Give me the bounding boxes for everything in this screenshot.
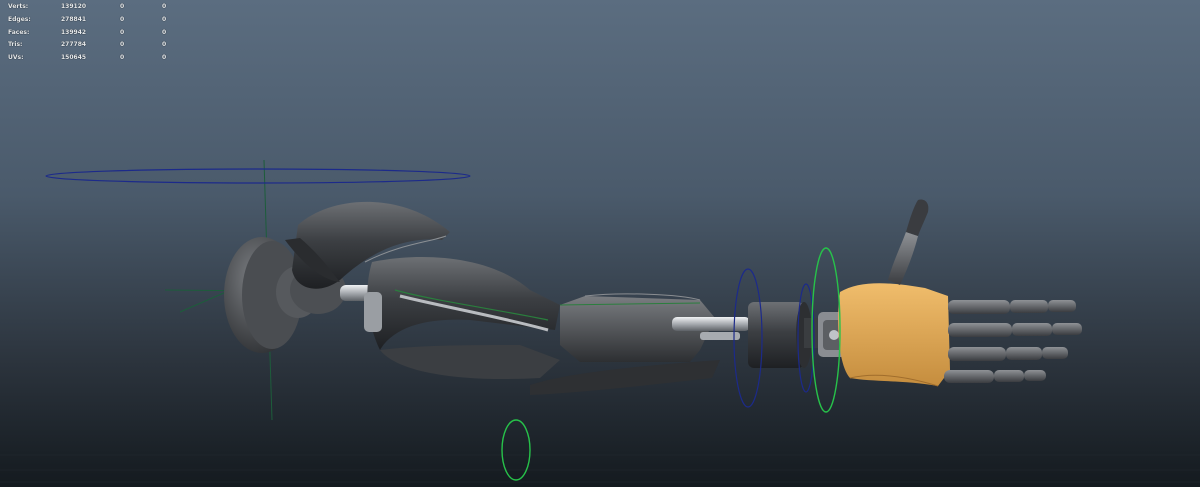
hud-value: 0 bbox=[162, 41, 167, 49]
middle-finger[interactable] bbox=[948, 323, 1082, 337]
hud-label: Verts: bbox=[8, 3, 29, 10]
scene-canvas[interactable] bbox=[0, 0, 1200, 487]
hud-value: 0 bbox=[162, 3, 167, 10]
hud-value: 0 bbox=[120, 28, 125, 36]
hud-label: Faces: bbox=[8, 28, 30, 36]
hud-value: 0 bbox=[120, 15, 125, 23]
shoulder-control-ring[interactable] bbox=[45, 168, 471, 184]
ring-finger[interactable] bbox=[948, 347, 1068, 361]
thumb[interactable] bbox=[888, 199, 929, 286]
hud-value: 150645 bbox=[61, 54, 87, 62]
hud-label: Edges: bbox=[8, 15, 31, 23]
hud-value: 0 bbox=[120, 3, 125, 10]
hand-palm[interactable] bbox=[838, 283, 950, 387]
hud-value: 139942 bbox=[61, 28, 87, 36]
hud-value: 0 bbox=[120, 54, 125, 62]
floor-grid bbox=[0, 454, 1200, 483]
pole-vector-ring[interactable] bbox=[501, 419, 531, 481]
hud-value: 0 bbox=[120, 41, 125, 49]
hud-value: 0 bbox=[162, 54, 167, 62]
fingers[interactable] bbox=[944, 300, 1082, 383]
hud-label: Tris: bbox=[8, 41, 23, 49]
hud-value: 277784 bbox=[61, 41, 87, 49]
hud-label: UVs: bbox=[8, 54, 24, 62]
hud-value: 0 bbox=[162, 15, 167, 23]
3d-viewport[interactable]: Verts: 139120 0 0 Edges: 278841 0 0 Face… bbox=[0, 0, 1200, 487]
forearm-upper-shell[interactable] bbox=[364, 257, 560, 380]
hud-value: 278841 bbox=[61, 15, 87, 23]
index-finger[interactable] bbox=[948, 300, 1076, 314]
hud-value: 139120 bbox=[61, 3, 87, 10]
hud-value: 0 bbox=[162, 28, 167, 36]
wrist-cylinder[interactable] bbox=[748, 302, 818, 368]
pinky-finger[interactable] bbox=[944, 370, 1046, 383]
